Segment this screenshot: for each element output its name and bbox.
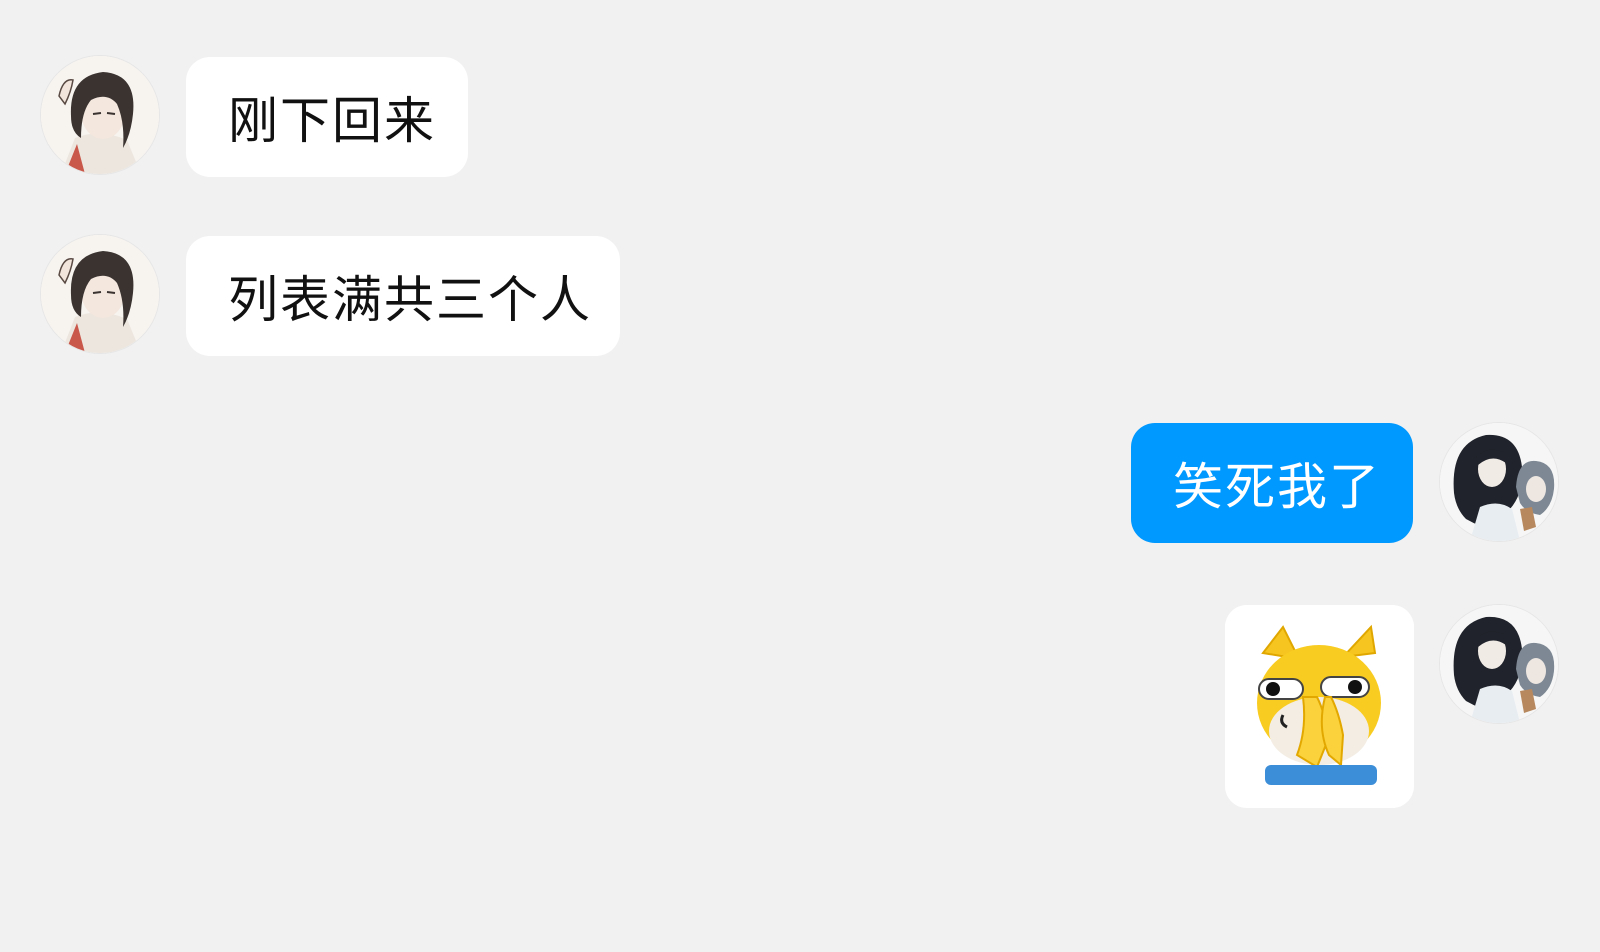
anime-boy-avatar-icon (41, 56, 159, 174)
user-avatar[interactable] (1440, 605, 1558, 723)
anime-girls-avatar-icon (1440, 605, 1558, 723)
sticker-message[interactable] (1225, 605, 1414, 808)
message-bubble-incoming[interactable]: 刚下回来 (186, 57, 468, 177)
chat-conversation: 刚下回来 列表满共三个人 笑死我了 (0, 0, 1600, 952)
contact-avatar[interactable] (41, 235, 159, 353)
message-text: 列表满共三个人 (228, 271, 592, 329)
yellow-cat-praying-hands-sticker-icon (1225, 605, 1414, 808)
contact-avatar[interactable] (41, 56, 159, 174)
message-bubble-outgoing[interactable]: 笑死我了 (1131, 423, 1413, 543)
message-bubble-incoming[interactable]: 列表满共三个人 (186, 236, 620, 356)
anime-girls-avatar-icon (1440, 423, 1558, 541)
message-text: 刚下回来 (228, 92, 436, 150)
user-avatar[interactable] (1440, 423, 1558, 541)
anime-boy-avatar-icon (41, 235, 159, 353)
message-text: 笑死我了 (1173, 458, 1381, 516)
